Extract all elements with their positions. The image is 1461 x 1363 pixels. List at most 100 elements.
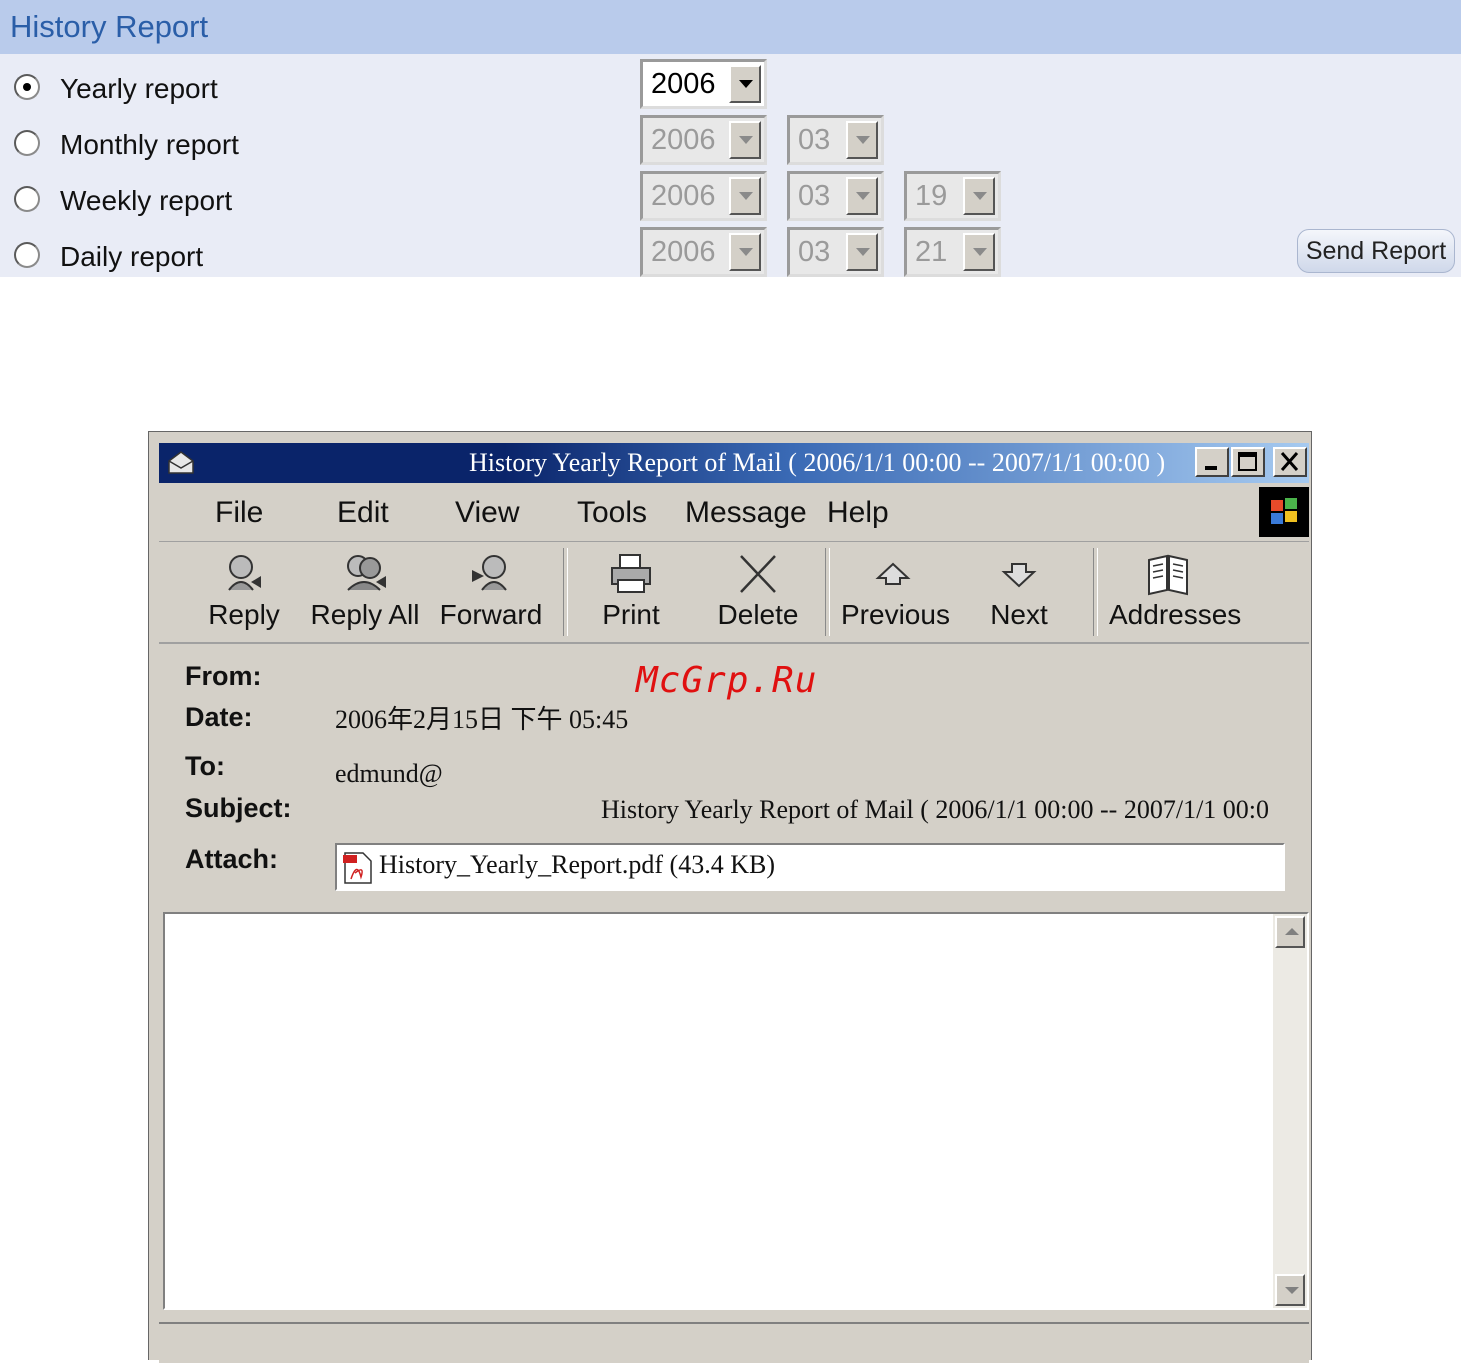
chevron-down-icon[interactable]: [846, 177, 878, 215]
toolbar-separator: [563, 548, 568, 636]
status-bar: [159, 1322, 1309, 1363]
menu-help[interactable]: Help: [827, 495, 889, 531]
yearly-label: Yearly report: [60, 73, 218, 104]
to-label: To:: [185, 751, 225, 781]
printer-icon: [611, 554, 651, 593]
mail-window: History Yearly Report of Mail ( 2006/1/1…: [148, 431, 1312, 1363]
down-arrow-icon: [1001, 563, 1037, 588]
weekly-month-select[interactable]: 03: [787, 171, 884, 221]
daily-month-select[interactable]: 03: [787, 227, 884, 277]
toolbar-separator: [1093, 548, 1098, 636]
history-report-panel: History Report Yearly report 2006 Monthl…: [0, 0, 1461, 277]
attachment-name[interactable]: History_Yearly_Report.pdf (43.4 KB): [379, 849, 775, 881]
select-value: 03: [798, 236, 831, 268]
tool-label: Reply: [208, 599, 280, 630]
attachment-field[interactable]: History_Yearly_Report.pdf (43.4 KB): [335, 843, 1285, 891]
select-value: 2006: [651, 180, 716, 212]
toolbar-separator: [825, 548, 830, 636]
chevron-down-icon[interactable]: [729, 65, 761, 103]
weekly-radio[interactable]: [14, 186, 40, 212]
select-value: 2006: [651, 124, 716, 156]
forward-icon: [472, 555, 507, 591]
watermark: McGrp.Ru: [636, 660, 818, 701]
toolbar: Reply Reply All Forward Print Delete Pre…: [159, 544, 1309, 644]
menu-view[interactable]: View: [455, 495, 519, 531]
date-value: 2006年2月15日 下午 05:45: [335, 705, 629, 734]
select-value: 03: [798, 180, 831, 212]
tool-label: Addresses: [1109, 599, 1242, 630]
reply-icon: [228, 555, 261, 591]
menu-file[interactable]: File: [215, 495, 263, 531]
daily-label: Daily report: [60, 241, 204, 272]
weekly-day-select[interactable]: 19: [904, 171, 1001, 221]
tool-label: Previous: [841, 599, 950, 630]
minimize-icon: [1205, 466, 1217, 470]
tool-label: Delete: [717, 599, 799, 630]
select-value: 19: [915, 180, 948, 212]
tool-label: Print: [602, 599, 660, 630]
chevron-down-icon[interactable]: [846, 233, 878, 271]
delete-button[interactable]: Delete: [709, 548, 807, 640]
forward-button[interactable]: Forward: [439, 548, 543, 640]
address-book-icon: [1148, 554, 1188, 596]
vertical-scrollbar[interactable]: [1273, 914, 1307, 1308]
delete-x-icon: [740, 555, 776, 593]
daily-day-select[interactable]: 21: [904, 227, 1001, 277]
from-label: From:: [185, 661, 262, 691]
daily-radio[interactable]: [14, 242, 40, 268]
close-icon: [1280, 452, 1299, 471]
menu-message[interactable]: Message: [685, 495, 807, 531]
chevron-down-icon[interactable]: [846, 121, 878, 159]
envelope-icon: [168, 451, 194, 474]
previous-button[interactable]: Previous: [841, 548, 950, 640]
chevron-down-icon[interactable]: [729, 121, 761, 159]
panel-title: History Report: [10, 9, 209, 44]
daily-year-select[interactable]: 2006: [640, 227, 767, 277]
window-titlebar[interactable]: History Yearly Report of Mail ( 2006/1/1…: [159, 443, 1309, 483]
tool-label: Next: [990, 599, 1048, 630]
chevron-down-icon[interactable]: [963, 177, 995, 215]
weekly-label: Weekly report: [60, 185, 233, 216]
message-body[interactable]: [163, 912, 1309, 1310]
subject-value: History Yearly Report of Mail ( 2006/1/1…: [601, 795, 1270, 824]
menu-edit[interactable]: Edit: [337, 495, 389, 531]
close-button[interactable]: [1273, 447, 1307, 477]
reply-all-icon: [347, 555, 386, 591]
chevron-down-icon[interactable]: [729, 177, 761, 215]
tool-label: Reply All: [310, 599, 420, 630]
yearly-radio[interactable]: [14, 74, 40, 100]
select-value: 03: [798, 124, 831, 156]
scroll-down-button[interactable]: [1275, 1274, 1305, 1306]
send-report-button[interactable]: Send Report: [1297, 229, 1455, 273]
print-button[interactable]: Print: [589, 548, 673, 640]
maximize-icon: [1238, 452, 1257, 471]
tool-label: Forward: [439, 599, 543, 630]
chevron-down-icon[interactable]: [729, 233, 761, 271]
next-button[interactable]: Next: [977, 548, 1061, 640]
select-value: 2006: [651, 68, 716, 100]
subject-label: Subject:: [185, 793, 292, 823]
attach-label: Attach:: [185, 844, 278, 874]
minimize-button[interactable]: [1195, 447, 1229, 477]
addresses-button[interactable]: Addresses: [1109, 548, 1242, 640]
reply-button[interactable]: Reply: [199, 548, 289, 640]
monthly-month-select[interactable]: 03: [787, 115, 884, 165]
windows-logo-icon: [1259, 487, 1309, 537]
scroll-up-button[interactable]: [1275, 916, 1305, 948]
reply-all-button[interactable]: Reply All: [307, 548, 423, 640]
yearly-year-select[interactable]: 2006: [640, 59, 767, 109]
up-arrow-icon: [875, 562, 911, 585]
monthly-label: Monthly report: [60, 129, 239, 160]
monthly-radio[interactable]: [14, 130, 40, 156]
date-label: Date:: [185, 702, 253, 732]
maximize-button[interactable]: [1231, 447, 1265, 477]
chevron-down-icon[interactable]: [963, 233, 995, 271]
select-value: 21: [915, 236, 948, 268]
monthly-year-select[interactable]: 2006: [640, 115, 767, 165]
to-value: edmund@: [335, 759, 443, 788]
weekly-year-select[interactable]: 2006: [640, 171, 767, 221]
menu-tools[interactable]: Tools: [577, 495, 647, 531]
pdf-file-icon: [343, 852, 372, 884]
select-value: 2006: [651, 236, 716, 268]
panel-header: History Report: [0, 0, 1461, 54]
